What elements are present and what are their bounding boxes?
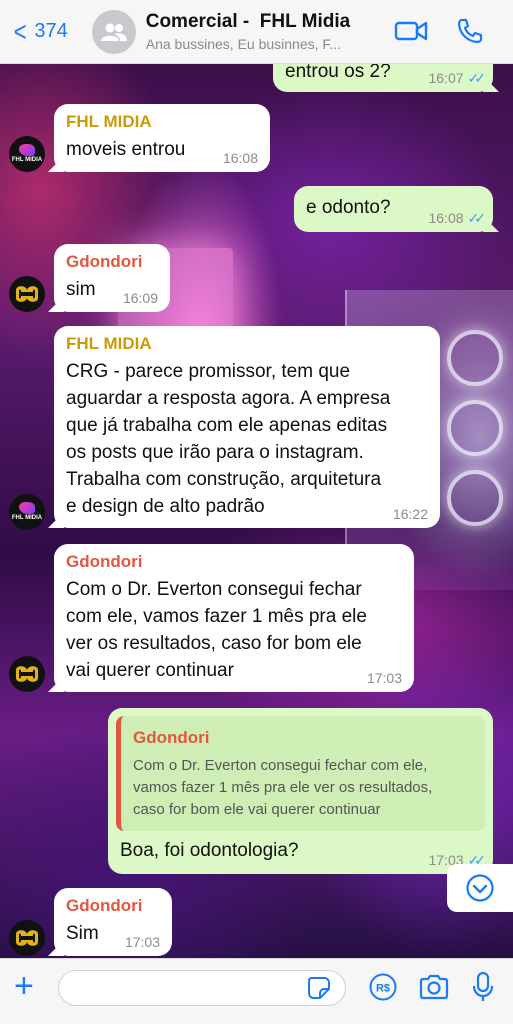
sticker-icon[interactable] (306, 975, 332, 1006)
gdondori-logo-icon (16, 930, 38, 946)
message-time: 16:08 ✓✓ (428, 210, 487, 226)
quoted-text-line: vamos fazer 1 mês pra ele ver os resulta… (133, 779, 433, 796)
message-text-line: e design de alto padrão (66, 496, 265, 517)
fhl-logo-icon: FHL MIDIA (12, 502, 42, 522)
message-text-line: ver os resultados, caso for bom ele (66, 633, 362, 654)
group-avatar-icon[interactable] (91, 9, 136, 54)
message-text: Sim (66, 923, 99, 944)
gdondori-avatar[interactable] (9, 656, 45, 692)
sender-name: FHL MIDIA (66, 334, 152, 353)
sender-name: Gdondori (66, 896, 143, 915)
message-incoming[interactable]: Gdondori Com o Dr. Everton consegui fech… (48, 544, 414, 692)
video-call-icon[interactable] (394, 17, 428, 50)
quoted-author: Gdondori (133, 728, 210, 747)
scroll-down-icon (466, 874, 494, 902)
chat-participants: Ana bussines, Eu businnes, F... (145, 36, 342, 52)
message-text-line: vai querer continuar (66, 660, 234, 681)
message-text-line: que já trabalha com ele apenas editas (66, 415, 388, 436)
gdondori-logo-icon (16, 666, 38, 682)
message-text-line: aguardar a resposta agora. A empresa (66, 388, 391, 409)
message-text: entrou os 2? (285, 61, 391, 82)
fhl-logo-icon: FHL MIDIA (12, 144, 42, 164)
message-text-line: CRG - parece promissor, tem que (66, 361, 351, 382)
fhl-midia-avatar[interactable]: FHL MIDIA (9, 136, 45, 172)
microphone-icon[interactable] (472, 971, 494, 1008)
chat-title-area[interactable]: Comercial - FHL Midia Ana bussines, Eu b… (146, 11, 376, 52)
message-input[interactable] (58, 970, 346, 1006)
message-text: sim (66, 279, 96, 300)
gdondori-avatar[interactable] (9, 920, 45, 956)
wallpaper-fan (447, 330, 503, 386)
chat-title: Comercial - FHL Midia (145, 11, 351, 32)
message-time: 17:03 (124, 934, 160, 950)
quoted-message[interactable]: Gdondori Com o Dr. Everton consegui fech… (116, 716, 485, 831)
message-time: 16:09 (122, 290, 158, 306)
sender-name: FHL MIDIA (66, 112, 152, 131)
camera-icon[interactable] (418, 973, 450, 1006)
message-outgoing[interactable]: e odonto? 16:08 ✓✓ (294, 186, 499, 232)
message-text-line: Trabalha com construção, arquitetura (66, 469, 382, 490)
message-incoming[interactable]: FHL MIDIA CRG - parece promissor, tem qu… (48, 326, 440, 528)
svg-text:R$: R$ (376, 983, 390, 995)
message-incoming[interactable]: Gdondori Sim 17:03 (48, 888, 172, 956)
gdondori-logo-icon (16, 286, 38, 302)
composer-bar: + R$ (0, 958, 513, 1024)
message-incoming[interactable]: Gdondori sim 16:09 (48, 244, 170, 312)
phone-icon[interactable] (456, 17, 484, 50)
payment-icon[interactable]: R$ (368, 972, 398, 1007)
read-ticks-icon: ✓✓ (467, 70, 487, 86)
wallpaper-fan (447, 400, 503, 456)
message-outgoing-reply[interactable]: Gdondori Com o Dr. Everton consegui fech… (108, 708, 499, 874)
fhl-midia-avatar[interactable]: FHL MIDIA (9, 494, 45, 530)
message-time: 17:03 (366, 670, 402, 686)
back-button[interactable]: < 374 (12, 15, 68, 47)
back-chevron-icon: < (13, 15, 27, 47)
chat-header: < 374 Comercial - FHL Midia Ana bussines… (0, 0, 513, 64)
message-text: moveis entrou (66, 139, 186, 160)
plus-icon[interactable]: + (14, 969, 34, 1003)
message-time: 16:22 (392, 506, 428, 522)
scroll-to-bottom-button[interactable] (447, 864, 513, 912)
message-time: 16:07 ✓✓ (428, 70, 487, 86)
sender-name: Gdondori (66, 552, 143, 571)
message-incoming[interactable]: FHL MIDIA moveis entrou 16:08 (48, 104, 270, 172)
read-ticks-icon: ✓✓ (467, 210, 487, 226)
quoted-text-line: Com o Dr. Everton consegui fechar com el… (133, 757, 428, 774)
message-text: e odonto? (306, 197, 391, 218)
message-text-line: os posts que irão para o instagram. (66, 442, 364, 463)
message-text-line: com ele, vamos fazer 1 mês pra ele (66, 606, 367, 627)
sender-name: Gdondori (66, 252, 143, 271)
quoted-text-line: caso for bom ele vai querer continuar (133, 801, 381, 818)
message-time: 16:08 (222, 150, 258, 166)
gdondori-avatar[interactable] (9, 276, 45, 312)
unread-count: 374 (34, 20, 68, 42)
message-text-line: Com o Dr. Everton consegui fechar (66, 579, 362, 600)
wallpaper-fan (447, 470, 503, 526)
